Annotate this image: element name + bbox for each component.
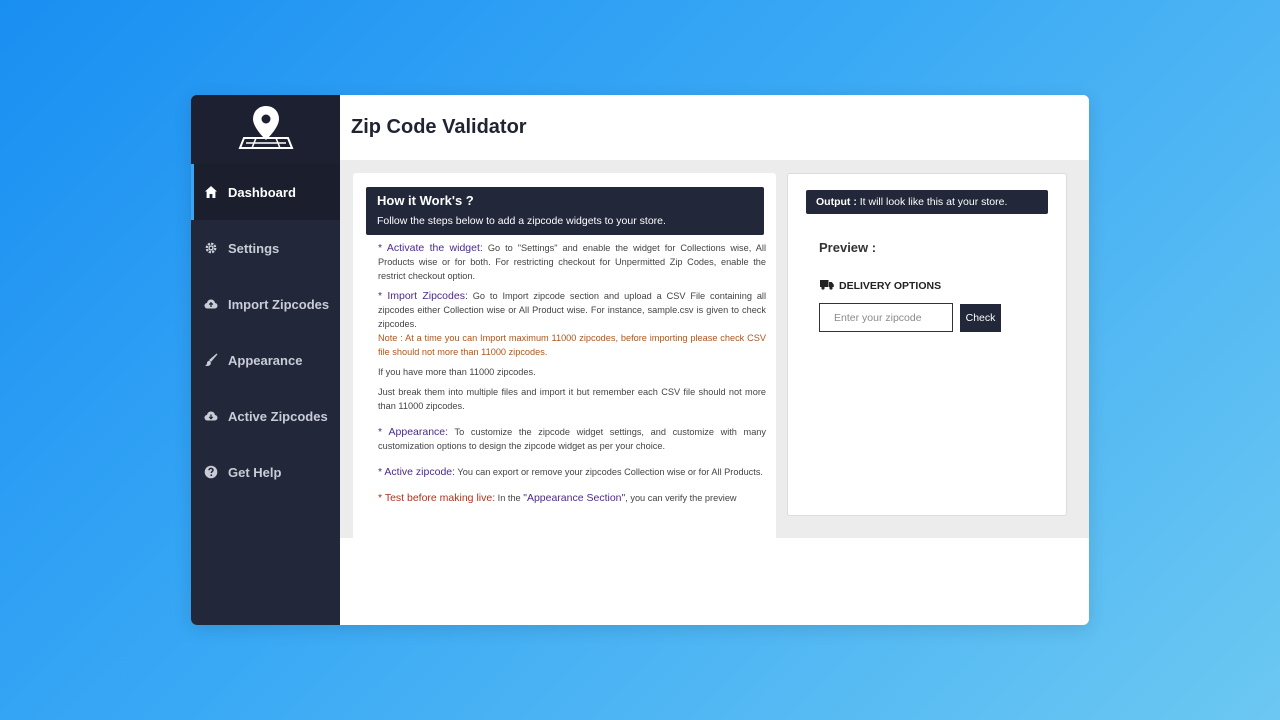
sidebar-item-label: Appearance — [228, 352, 303, 368]
step-active-zipcode: * Active zipcode: You can export or remo… — [378, 465, 766, 479]
gear-icon — [204, 241, 218, 255]
sidebar-item-label: Active Zipcodes — [228, 408, 328, 424]
how-it-works-header: How it Work's ? Follow the steps below t… — [366, 187, 764, 235]
how-it-works-subtitle: Follow the steps below to add a zipcode … — [377, 215, 666, 227]
output-label: Output : — [816, 196, 857, 208]
break-text: Just break them into multiple files and … — [378, 387, 766, 411]
preview-title: Preview : — [819, 240, 877, 255]
import-note: Note : At a time you can Import maximum … — [378, 333, 766, 357]
step-appearance: * Appearance: To customize the zipcode w… — [378, 425, 766, 453]
zip-form: Check — [819, 303, 1066, 332]
check-button[interactable]: Check — [960, 303, 1001, 332]
sidebar-item-dashboard[interactable]: Dashboard — [191, 164, 340, 220]
sidebar-item-label: Get Help — [228, 464, 282, 480]
step-heading: * Activate the widget: — [378, 242, 483, 254]
sidebar-item-import-zipcodes[interactable]: Import Zipcodes — [191, 276, 340, 332]
sidebar-nav: Dashboard Settings Import Zipcodes Appea… — [191, 164, 340, 500]
sidebar: Dashboard Settings Import Zipcodes Appea… — [191, 95, 340, 625]
home-icon — [204, 185, 218, 199]
more-text: If you have more than 11000 zipcodes. — [378, 367, 536, 377]
cloud-download-icon — [204, 409, 218, 423]
output-header: Output : It will look like this at your … — [806, 190, 1048, 214]
delivery-options: DELIVERY OPTIONS — [820, 279, 1066, 293]
sidebar-item-appearance[interactable]: Appearance — [191, 332, 340, 388]
sidebar-item-label: Settings — [228, 240, 280, 256]
appearance-section-link[interactable]: "Appearance Section" — [523, 492, 625, 504]
delivery-label: DELIVERY OPTIONS — [839, 280, 942, 292]
app-logo[interactable] — [191, 95, 340, 164]
step-heading: * Import Zipcodes: — [378, 290, 468, 302]
sidebar-item-active-zipcodes[interactable]: Active Zipcodes — [191, 388, 340, 444]
question-icon — [204, 465, 218, 479]
sidebar-item-settings[interactable]: Settings — [191, 220, 340, 276]
step-text: You can export or remove your zipcodes C… — [455, 467, 763, 477]
truck-icon — [820, 279, 839, 293]
sidebar-item-get-help[interactable]: Get Help — [191, 444, 340, 500]
main-area: Zip Code Validator How it Work's ? Follo… — [340, 95, 1089, 625]
output-text: It will look like this at your store. — [856, 196, 1008, 208]
sidebar-item-label: Dashboard — [228, 184, 296, 200]
step-heading: * Active zipcode: — [378, 466, 456, 478]
map-pin-icon — [236, 102, 296, 157]
sidebar-item-label: Import Zipcodes — [228, 296, 330, 312]
page-title: Zip Code Validator — [351, 116, 527, 138]
how-it-works-title: How it Work's ? — [377, 193, 474, 208]
step-heading: * Appearance: — [378, 426, 449, 438]
step-test: * Test before making live: In the "Appea… — [378, 491, 766, 505]
output-card: Output : It will look like this at your … — [787, 173, 1067, 516]
step-text: In the — [495, 493, 524, 503]
step-heading: * Test before making live: — [378, 492, 496, 504]
step-text: , you can verify the preview — [625, 493, 737, 503]
how-it-works-card: How it Work's ? Follow the steps below t… — [353, 173, 776, 625]
top-bar: Zip Code Validator — [340, 95, 1089, 160]
step-activate: * Activate the widget: Go to "Settings" … — [378, 241, 766, 283]
step-import: * Import Zipcodes: Go to Import zipcode … — [378, 289, 766, 331]
app-window: Dashboard Settings Import Zipcodes Appea… — [191, 95, 1089, 625]
brush-icon — [204, 353, 218, 367]
steps-list: * Activate the widget: Go to "Settings" … — [353, 235, 776, 505]
zipcode-input[interactable] — [819, 303, 953, 332]
cloud-upload-icon — [204, 297, 218, 311]
